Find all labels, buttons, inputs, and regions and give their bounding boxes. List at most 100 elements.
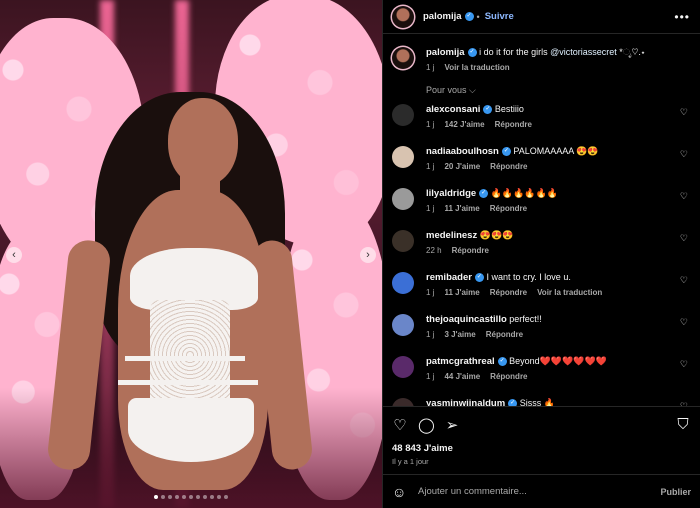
comment-text: yasminwijnaldum ✓ Sisss 🔥 bbox=[426, 397, 690, 406]
comment-username[interactable]: nadiaaboulhosn bbox=[426, 146, 499, 157]
carousel-dot bbox=[175, 495, 179, 499]
comments-scroll[interactable]: palomija ✓ i do it for the girls @victori… bbox=[383, 35, 700, 406]
comment-time[interactable]: 1 j bbox=[426, 204, 434, 213]
caption-meta: 1 j Voir la traduction bbox=[426, 63, 690, 72]
comment-username[interactable]: patmcgrathreal bbox=[426, 356, 495, 367]
caption-time[interactable]: 1 j bbox=[426, 63, 434, 72]
comments-list: alexconsani ✓ Bestiiio 1 j 142 J'aime Répond… bbox=[392, 103, 690, 406]
comment-message: 😍😍😍 bbox=[479, 230, 514, 240]
avatar[interactable] bbox=[392, 47, 414, 69]
comment-time[interactable]: 22 h bbox=[426, 246, 442, 255]
comment-likes[interactable]: 20 J'aime bbox=[444, 162, 480, 171]
reply-button[interactable]: Répondre bbox=[486, 330, 523, 339]
comment-username[interactable]: thejoaquincastillo bbox=[426, 314, 507, 325]
verified-badge-icon: ✓ bbox=[467, 48, 477, 58]
avatar[interactable] bbox=[392, 398, 414, 406]
reply-button[interactable]: Répondre bbox=[452, 246, 489, 255]
avatar[interactable] bbox=[392, 314, 414, 336]
post-media[interactable]: ‹ › bbox=[0, 0, 382, 508]
comment-username[interactable]: medelinesz bbox=[426, 230, 477, 241]
comment-time[interactable]: 1 j bbox=[426, 288, 434, 297]
comment-likes[interactable]: 11 J'aime bbox=[444, 288, 479, 297]
post-date[interactable]: Il y a 1 jour bbox=[392, 457, 429, 466]
heart-icon[interactable]: ♡ bbox=[680, 191, 688, 202]
publish-button[interactable]: Publier bbox=[660, 487, 691, 497]
post-username[interactable]: palomija bbox=[423, 11, 462, 22]
comment-item: patmcgrathreal ✓ Beyond❤️❤️❤️❤️❤️❤️ 1 j 44 … bbox=[392, 355, 690, 397]
comment-item: medelinesz 😍😍😍 22 h Répondre ♡ bbox=[392, 229, 690, 271]
verified-badge-icon: ✓ bbox=[464, 12, 474, 21]
comment-item: remibader ✓ I want to cry. I love u. 1 j 11… bbox=[392, 271, 690, 313]
comment-username[interactable]: alexconsani bbox=[426, 104, 480, 115]
comment-meta: 1 j 142 J'aime Répondre bbox=[426, 120, 690, 129]
lace-strap bbox=[118, 380, 258, 385]
comment-username[interactable]: remibader bbox=[426, 272, 472, 283]
comment-item: yasminwijnaldum ✓ Sisss 🔥 ♡ bbox=[392, 397, 690, 406]
heart-icon[interactable]: ♡ bbox=[392, 416, 408, 434]
verified-badge-icon: ✓ bbox=[501, 147, 511, 157]
chevron-left-icon[interactable]: ‹ bbox=[6, 247, 22, 263]
chevron-down-icon: ⌵ bbox=[469, 85, 476, 95]
verified-badge-icon: ✓ bbox=[508, 399, 518, 406]
avatar[interactable] bbox=[392, 104, 414, 126]
heart-icon[interactable]: ♡ bbox=[680, 317, 688, 328]
comment-body: patmcgrathreal ✓ Beyond❤️❤️❤️❤️❤️❤️ 1 j 44 … bbox=[426, 355, 690, 381]
emoji-icon[interactable]: ☺ bbox=[392, 484, 410, 500]
avatar[interactable] bbox=[392, 146, 414, 168]
comment-time[interactable]: 1 j bbox=[426, 162, 434, 171]
avatar[interactable] bbox=[392, 5, 414, 28]
comment-likes[interactable]: 11 J'aime bbox=[444, 204, 479, 213]
avatar[interactable] bbox=[392, 356, 414, 378]
comment-text: thejoaquincastillo perfect!! bbox=[426, 313, 690, 326]
carousel-dot bbox=[154, 495, 158, 499]
heart-icon[interactable]: ♡ bbox=[680, 359, 688, 370]
see-translation-link[interactable]: Voir la traduction bbox=[537, 288, 602, 297]
comment-likes[interactable]: 44 J'aime bbox=[444, 372, 480, 381]
comment-time[interactable]: 1 j bbox=[426, 120, 434, 129]
follow-button[interactable]: Suivre bbox=[485, 11, 514, 22]
bookmark-icon[interactable]: ⛉ bbox=[675, 416, 691, 433]
comment-message: PALOMAAAAA 😍😍 bbox=[513, 146, 599, 156]
caption-username[interactable]: palomija bbox=[426, 47, 465, 58]
send-icon[interactable]: ➢ bbox=[444, 416, 460, 434]
likes-count[interactable]: 48 843 J'aime bbox=[392, 443, 453, 454]
carousel-dot bbox=[189, 495, 193, 499]
reply-button[interactable]: Répondre bbox=[490, 372, 527, 381]
comment-filter-dropdown[interactable]: Pour vous ⌵ bbox=[426, 85, 690, 103]
comment-likes[interactable]: 3 J'aime bbox=[444, 330, 475, 339]
reply-button[interactable]: Répondre bbox=[490, 162, 527, 171]
reply-button[interactable]: Répondre bbox=[490, 204, 527, 213]
comment-icon[interactable]: ◯ bbox=[418, 416, 435, 434]
comment-item: nadiaaboulhosn ✓ PALOMAAAAA 😍😍 1 j 20 J'aim… bbox=[392, 145, 690, 187]
comment-username[interactable]: yasminwijnaldum bbox=[426, 398, 505, 406]
lace-bodysuit bbox=[150, 300, 230, 410]
comment-likes[interactable]: 142 J'aime bbox=[444, 120, 484, 129]
avatar[interactable] bbox=[392, 230, 414, 252]
caption-suffix: *ೃ♡.⋆ bbox=[616, 47, 646, 57]
comment-time[interactable]: 1 j bbox=[426, 372, 434, 381]
comment-body: medelinesz 😍😍😍 22 h Répondre bbox=[426, 229, 690, 255]
reply-button[interactable]: Répondre bbox=[490, 288, 527, 297]
carousel-dot bbox=[196, 495, 200, 499]
comment-body: lilyaldridge ✓ 🔥🔥🔥🔥🔥🔥 1 j 11 J'aime Répondre bbox=[426, 187, 690, 213]
caption-mention[interactable]: @victoriassecret bbox=[550, 47, 617, 57]
verified-badge-icon: ✓ bbox=[474, 273, 484, 283]
heart-icon[interactable]: ♡ bbox=[680, 149, 688, 160]
comment-input[interactable] bbox=[418, 486, 661, 497]
carousel-indicator bbox=[0, 495, 382, 499]
comment-meta: 1 j 11 J'aime Répondre bbox=[426, 204, 690, 213]
add-comment-bar: ☺ Publier bbox=[383, 474, 700, 508]
reply-button[interactable]: Répondre bbox=[495, 120, 532, 129]
heart-icon[interactable]: ♡ bbox=[680, 233, 688, 244]
comment-username[interactable]: lilyaldridge bbox=[426, 188, 476, 199]
avatar[interactable] bbox=[392, 272, 414, 294]
comment-time[interactable]: 1 j bbox=[426, 330, 434, 339]
avatar[interactable] bbox=[392, 188, 414, 210]
heart-icon[interactable]: ♡ bbox=[680, 107, 688, 118]
heart-icon[interactable]: ♡ bbox=[680, 275, 688, 286]
more-horizontal-icon[interactable]: ••• bbox=[674, 10, 690, 24]
chevron-right-icon[interactable]: › bbox=[360, 247, 376, 263]
comment-message: Bestiiio bbox=[494, 104, 524, 114]
comment-text: alexconsani ✓ Bestiiio bbox=[426, 103, 690, 116]
see-translation-link[interactable]: Voir la traduction bbox=[444, 63, 509, 72]
